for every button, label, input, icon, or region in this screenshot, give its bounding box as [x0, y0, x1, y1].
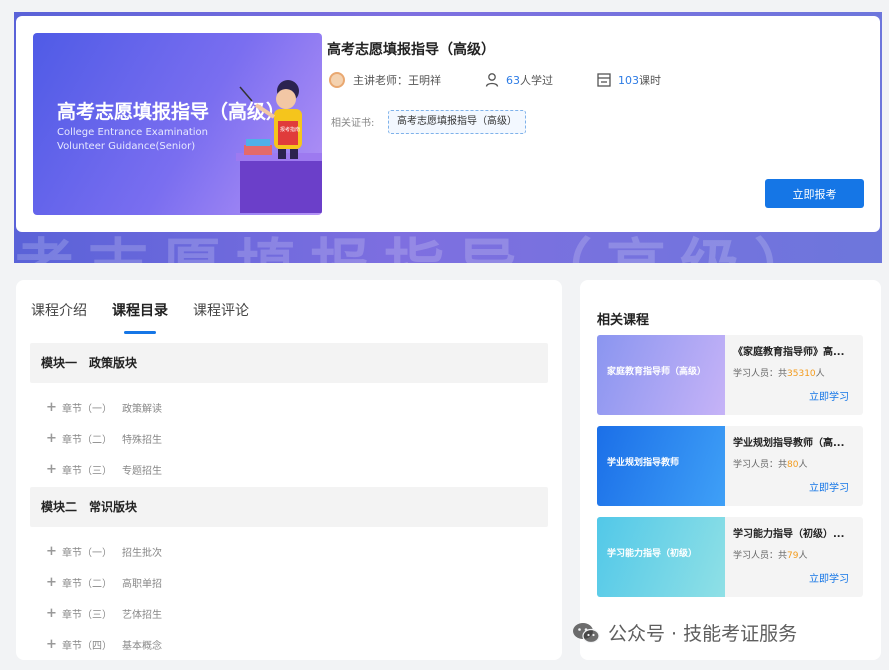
- plus-icon: +: [46, 431, 57, 446]
- related-courses-panel: 相关课程 家庭教育指导师（高级） 《家庭教育指导师》高... 学习人员：共353…: [580, 280, 881, 660]
- lessons-suffix: 课时: [639, 74, 661, 87]
- teacher-meta: 主讲老师：王明祥: [329, 72, 441, 88]
- chapter-item[interactable]: + 章节（一） 招生批次: [46, 544, 162, 559]
- related-course-name: 学业规划指导教师（高...: [733, 438, 845, 449]
- tab-intro[interactable]: 课程介绍: [31, 300, 87, 328]
- plus-icon: +: [46, 575, 57, 590]
- lessons-icon: [597, 73, 611, 87]
- chapter-item[interactable]: + 章节（三） 专题招生: [46, 462, 162, 477]
- course-cover-image: 高考志愿填报指导（高级） College Entrance Examinatio…: [33, 33, 322, 215]
- course-tabs: 课程介绍 课程目录 课程评论: [31, 300, 274, 334]
- cert-tag[interactable]: 高考志愿填报指导（高级）: [388, 110, 526, 134]
- cert-label: 相关证书:: [331, 118, 375, 129]
- start-learning-link[interactable]: 立即学习: [809, 570, 849, 585]
- course-thumbnail: 学业规划指导教师: [597, 426, 725, 506]
- related-course-card[interactable]: 家庭教育指导师（高级） 《家庭教育指导师》高... 学习人员：共35310人 立…: [597, 335, 863, 415]
- chapter-item[interactable]: + 章节（二） 特殊招生: [46, 431, 162, 446]
- learners-count: 63: [506, 73, 520, 87]
- related-course-name: 《家庭教育指导师》高...: [733, 347, 845, 358]
- watermark: 公众号 · 技能考证服务: [572, 619, 797, 646]
- related-course-card[interactable]: 学业规划指导教师 学业规划指导教师（高... 学习人员：共80人 立即学习: [597, 426, 863, 506]
- chapter-item[interactable]: + 章节（二） 高职单招: [46, 575, 162, 590]
- related-course-count: 学习人员：共35310人: [733, 369, 825, 379]
- learners-meta: 63 人学过: [484, 72, 553, 88]
- teacher-label: 主讲老师：王明祥: [353, 74, 441, 87]
- plus-icon: +: [46, 544, 57, 559]
- module-header[interactable]: 模块一 政策版块: [30, 343, 548, 383]
- watermark-text: 公众号 · 技能考证服务: [608, 623, 798, 645]
- lessons-meta: 103 课时: [596, 72, 661, 88]
- plus-icon: +: [46, 637, 57, 652]
- chapter-item[interactable]: + 章节（四） 基本概念: [46, 637, 162, 652]
- related-course-name: 学习能力指导（初级）...: [733, 529, 845, 540]
- avatar-icon: [329, 72, 345, 88]
- user-icon: [485, 73, 499, 87]
- start-learning-link[interactable]: 立即学习: [809, 479, 849, 494]
- lessons-count: 103: [618, 73, 639, 87]
- learners-suffix: 人学过: [520, 74, 553, 87]
- plus-icon: +: [46, 462, 57, 477]
- related-title: 相关课程: [597, 313, 650, 328]
- start-learning-link[interactable]: 立即学习: [809, 388, 849, 403]
- tab-catalog[interactable]: 课程目录: [112, 300, 168, 334]
- related-course-count: 学习人员：共80人: [733, 460, 808, 470]
- module-header[interactable]: 模块二 常识版块: [30, 487, 548, 527]
- plus-icon: +: [46, 606, 57, 621]
- course-header-card: 高考志愿填报指导（高级） College Entrance Examinatio…: [16, 16, 880, 232]
- svg-text:报考指南: 报考指南: [280, 126, 300, 133]
- enroll-button[interactable]: 立即报考: [765, 179, 864, 208]
- chapter-item[interactable]: + 章节（一） 政策解读: [46, 400, 162, 415]
- course-title: 高考志愿填报指导（高级）: [327, 42, 495, 58]
- wechat-icon: [573, 622, 600, 643]
- teacher-illustration: 报考指南: [236, 80, 322, 213]
- course-thumbnail: 学习能力指导（初级）: [597, 517, 725, 597]
- cover-subtitle: College Entrance Examination Volunteer G…: [57, 127, 208, 152]
- related-course-count: 学习人员：共79人: [733, 551, 808, 561]
- chapter-item[interactable]: + 章节（三） 艺体招生: [46, 606, 162, 621]
- tab-comments[interactable]: 课程评论: [193, 300, 249, 328]
- related-course-card[interactable]: 学习能力指导（初级） 学习能力指导（初级）... 学习人员：共79人 立即学习: [597, 517, 863, 597]
- plus-icon: +: [46, 400, 57, 415]
- hero-ghost-text: 考志愿填报指导（高级）: [14, 238, 882, 263]
- course-catalog-panel: 课程介绍 课程目录 课程评论 模块一 政策版块 + 章节（一） 政策解读 + 章…: [16, 280, 562, 660]
- course-thumbnail: 家庭教育指导师（高级）: [597, 335, 725, 415]
